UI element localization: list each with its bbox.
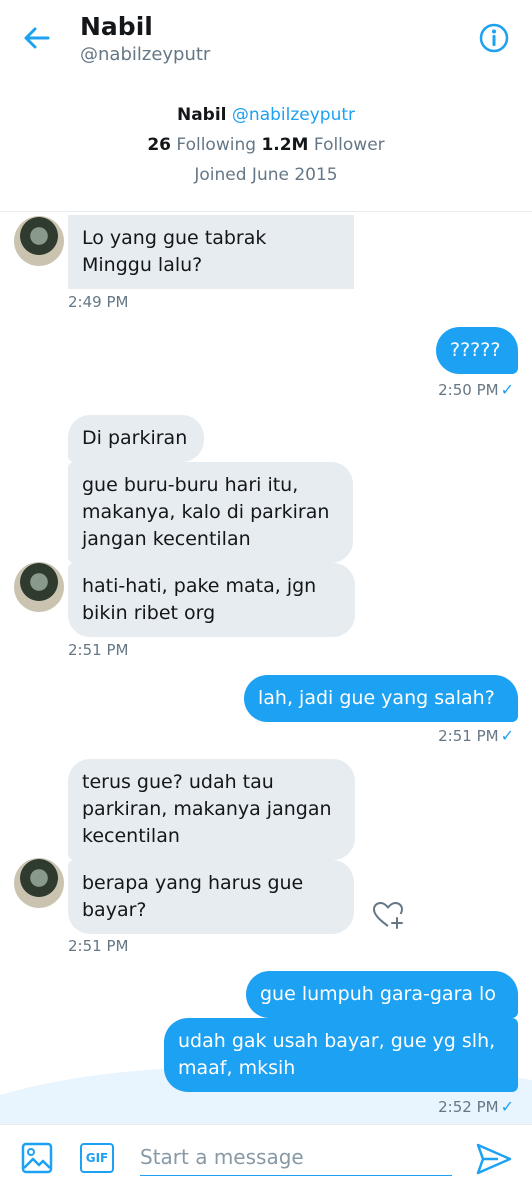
outgoing-message[interactable]: udah gak usah bayar, gue yg slh, maaf, m… [164, 1018, 518, 1092]
outgoing-message[interactable]: ????? [436, 327, 518, 374]
image-icon[interactable] [20, 1141, 54, 1175]
avatar[interactable] [14, 562, 64, 612]
profile-name-line[interactable]: Nabil @nabilzeyputr [0, 100, 532, 130]
conversation-header: Nabil @nabilzeyputr [0, 0, 532, 76]
follower-count: 1.2M [261, 135, 309, 155]
conversation-title: Nabil [80, 12, 153, 41]
heart-add-icon[interactable] [372, 900, 404, 930]
incoming-message[interactable]: Di parkiran [68, 415, 204, 462]
follower-label: Follower [313, 135, 385, 155]
outgoing-message[interactable]: gue lumpuh gara-gara lo [246, 971, 518, 1018]
divider [0, 211, 532, 212]
message-timestamp-row: 2:50 PM ✓ [438, 380, 514, 399]
message-timestamp: 2:51 PM [68, 641, 129, 659]
profile-summary: Nabil @nabilzeyputr 26 Following 1.2M Fo… [0, 100, 532, 190]
message-timestamp-row: 2:51 PM ✓ [438, 726, 514, 745]
profile-name: Nabil [176, 105, 227, 125]
message-timestamp: 2:49 PM [68, 293, 129, 311]
check-icon: ✓ [500, 1097, 514, 1116]
incoming-message[interactable]: hati-hati, pake mata, jgn bikin ribet or… [68, 563, 355, 637]
message-timestamp: 2:51 PM [68, 937, 129, 955]
conversation-handle: @nabilzeyputr [80, 44, 211, 65]
info-icon[interactable] [478, 22, 510, 54]
message-timestamp-row: 2:52 PM ✓ [438, 1097, 514, 1116]
send-icon[interactable] [474, 1139, 514, 1179]
back-arrow-icon[interactable] [20, 22, 52, 54]
gif-button[interactable]: GIF [80, 1143, 114, 1173]
outgoing-message[interactable]: lah, jadi gue yang salah? [244, 675, 518, 722]
profile-joined-date: Joined June 2015 [194, 165, 338, 185]
message-input[interactable] [140, 1139, 452, 1176]
following-label: Following [176, 135, 257, 155]
incoming-message[interactable]: berapa yang harus gue bayar? [68, 860, 354, 934]
message-composer: GIF [0, 1124, 532, 1201]
avatar[interactable] [14, 216, 64, 266]
incoming-message[interactable]: gue buru-buru hari itu, makanya, kalo di… [68, 462, 353, 563]
following-count: 26 [147, 135, 171, 155]
incoming-message[interactable]: terus gue? udah tau parkiran, makanya ja… [68, 759, 355, 860]
check-icon: ✓ [500, 726, 514, 745]
incoming-message[interactable]: Lo yang gue tabrak Minggu lalu? [68, 215, 354, 289]
avatar[interactable] [14, 858, 64, 908]
message-timestamp: 2:50 PM [438, 381, 499, 399]
message-timestamp: 2:52 PM [438, 1098, 499, 1116]
profile-follow-stats: 26 Following 1.2M Follower [0, 130, 532, 160]
message-timestamp: 2:51 PM [438, 727, 499, 745]
check-icon: ✓ [500, 380, 514, 399]
profile-handle: @nabilzeyputr [231, 105, 356, 125]
